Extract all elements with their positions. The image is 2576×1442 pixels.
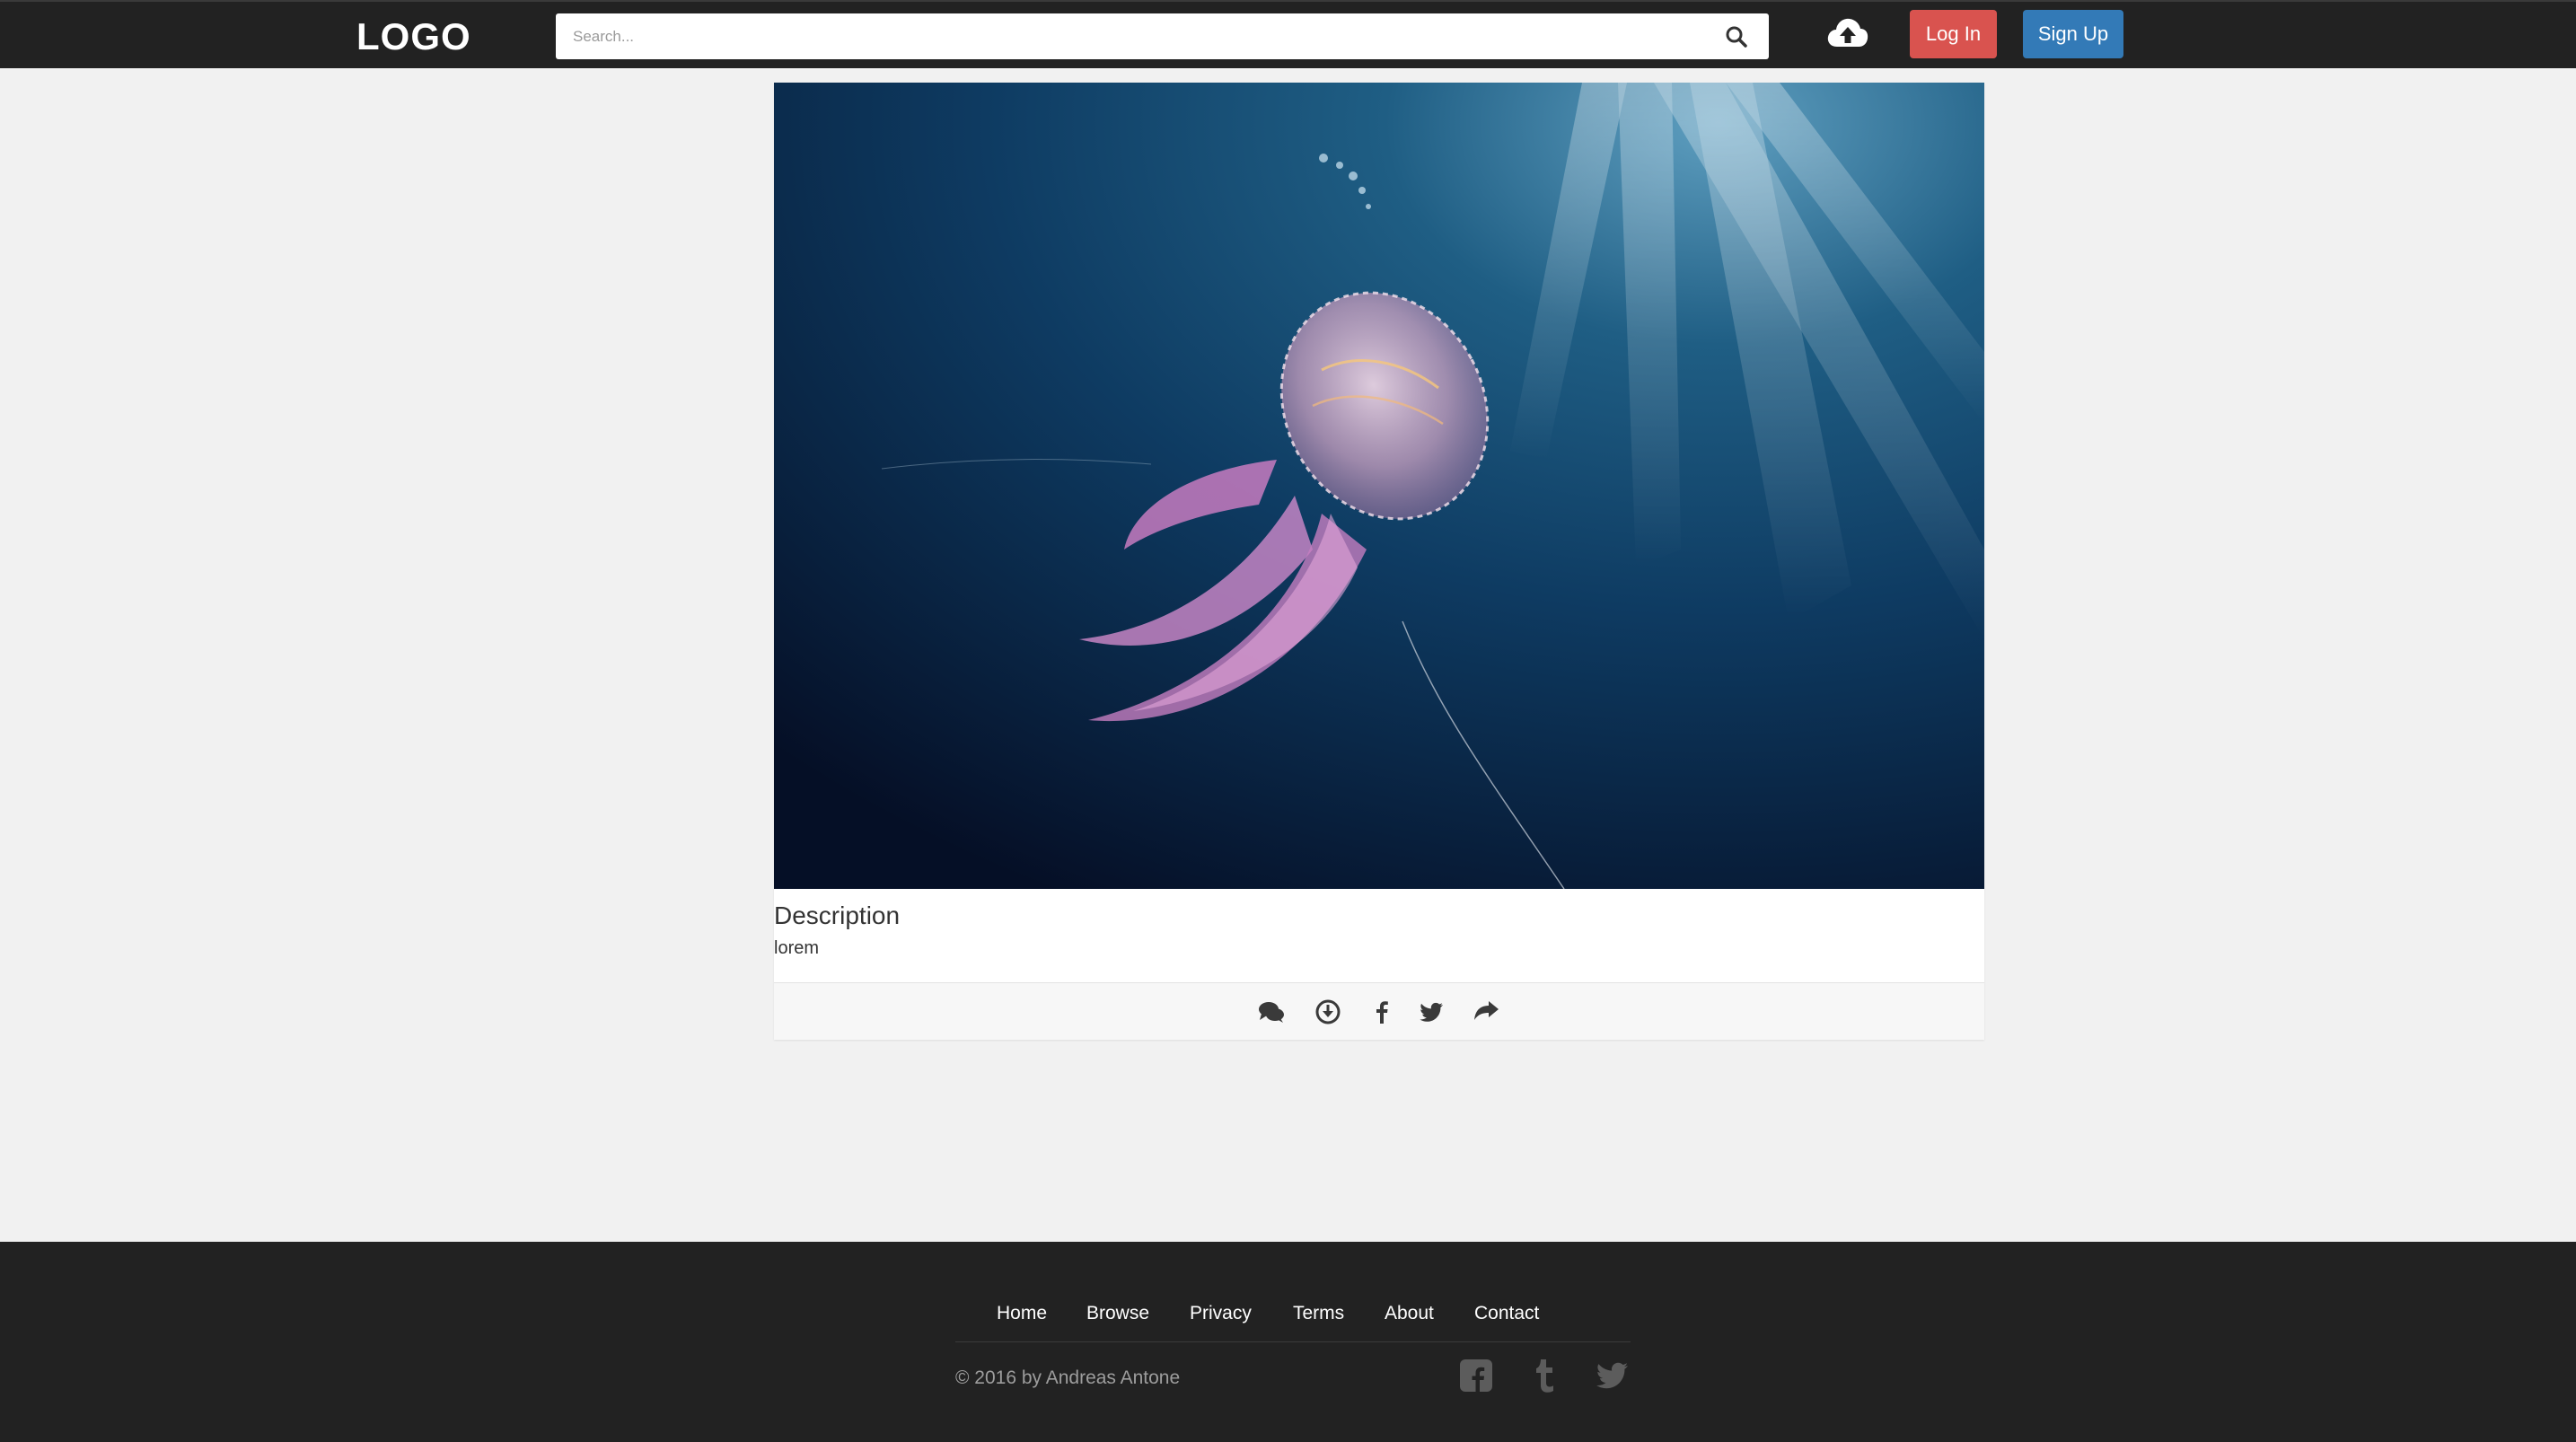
footer-link-browse[interactable]: Browse <box>1086 1296 1149 1332</box>
search-bar <box>556 13 1769 59</box>
description-title: Description <box>774 901 901 929</box>
footer-divider <box>955 1341 1631 1342</box>
footer-link-privacy[interactable]: Privacy <box>1190 1296 1252 1332</box>
facebook-share-button[interactable] <box>1367 998 1396 1026</box>
footer-facebook-link[interactable] <box>1458 1356 1494 1395</box>
logo[interactable]: LOGO <box>356 13 471 61</box>
signup-button[interactable]: Sign Up <box>2023 10 2123 58</box>
footer-tumblr-link[interactable] <box>1526 1356 1562 1395</box>
footer-link-terms[interactable]: Terms <box>1293 1296 1344 1332</box>
copyright-text: © 2016 by Andreas Antone <box>955 1367 1181 1388</box>
facebook-icon <box>1376 1001 1388 1024</box>
top-navbar: LOGO Log In Sign Up <box>0 0 2576 68</box>
facebook-square-icon <box>1460 1359 1492 1392</box>
login-button[interactable]: Log In <box>1910 10 1997 58</box>
footer-twitter-link[interactable] <box>1594 1356 1630 1395</box>
share-button[interactable] <box>1472 998 1500 1026</box>
footer-link-home[interactable]: Home <box>997 1296 1047 1332</box>
description-text: lorem <box>774 938 820 958</box>
card-action-bar <box>774 982 1984 1040</box>
search-button[interactable] <box>1724 24 1749 49</box>
share-icon <box>1474 1001 1499 1020</box>
download-icon <box>1315 999 1341 1024</box>
upload-button[interactable] <box>1826 14 1869 52</box>
search-input[interactable] <box>556 13 1714 59</box>
search-icon <box>1726 26 1747 48</box>
footer-link-contact[interactable]: Contact <box>1474 1296 1539 1332</box>
twitter-share-button[interactable] <box>1418 998 1446 1026</box>
site-footer: Home Browse Privacy Terms About Contact … <box>0 1242 2576 1442</box>
footer-link-about[interactable]: About <box>1385 1296 1434 1332</box>
image-card: Description lorem <box>774 83 1984 1040</box>
cloud-upload-icon <box>1827 18 1868 47</box>
comments-button[interactable] <box>1257 998 1286 1026</box>
twitter-icon <box>1420 1002 1443 1022</box>
comments-icon <box>1259 1002 1284 1023</box>
download-button[interactable] <box>1314 998 1342 1026</box>
twitter-icon <box>1596 1362 1628 1389</box>
jellyfish-photo <box>774 83 1984 889</box>
footer-nav: Home Browse Privacy Terms About Contact <box>956 1296 1630 1332</box>
tumblr-icon <box>1536 1359 1553 1393</box>
